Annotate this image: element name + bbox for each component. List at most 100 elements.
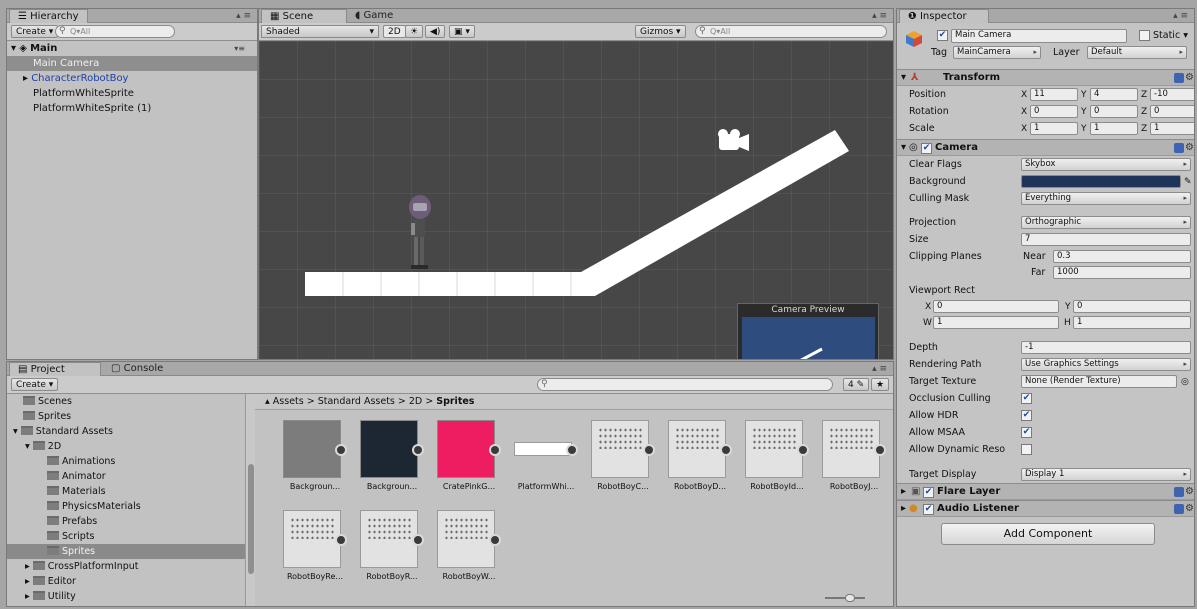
- rotation-x-field[interactable]: 0: [1030, 105, 1078, 118]
- expand-sprite-icon[interactable]: [643, 444, 655, 456]
- collapse-arrow-icon[interactable]: ▸: [25, 591, 33, 602]
- viewport-w-field[interactable]: 1: [933, 316, 1059, 329]
- folder-item[interactable]: ▾ 2D: [7, 439, 245, 454]
- rotation-z-field[interactable]: 0: [1150, 105, 1194, 118]
- zoom-slider-thumb[interactable]: [845, 594, 855, 602]
- flare-layer-header[interactable]: ▸ ▣ ✔ Flare Layer ⚙: [897, 483, 1194, 500]
- favorite-star-icon[interactable]: ★: [871, 378, 890, 391]
- folder-item[interactable]: Scenes: [7, 394, 245, 409]
- help-icon[interactable]: [1174, 143, 1184, 153]
- object-picker-icon[interactable]: ◎: [1181, 374, 1189, 390]
- scale-x-field[interactable]: 1: [1030, 122, 1078, 135]
- asset-item[interactable]: RobotBoyRe...: [283, 510, 353, 588]
- expand-sprite-icon[interactable]: [489, 534, 501, 546]
- panel-menu-icon[interactable]: ▴ ≡: [872, 362, 887, 376]
- folder-item[interactable]: Materials: [7, 484, 245, 499]
- expand-sprite-icon[interactable]: [335, 534, 347, 546]
- expand-sprite-icon[interactable]: [412, 444, 424, 456]
- expand-arrow-icon[interactable]: ▾: [11, 43, 16, 54]
- asset-item[interactable]: RobotBoyW...: [437, 510, 507, 588]
- scrollbar-thumb[interactable]: [248, 464, 254, 574]
- expand-sprite-icon[interactable]: [566, 444, 578, 456]
- asset-item[interactable]: RobotBoyD...: [668, 420, 738, 498]
- collapse-arrow-icon[interactable]: ▸: [25, 576, 33, 587]
- effects-dropdown-icon[interactable]: ▣ ▾: [449, 25, 475, 38]
- robot-boy-character[interactable]: [409, 195, 431, 269]
- 2d-toggle-button[interactable]: 2D: [383, 25, 406, 38]
- audio-listener-checkbox[interactable]: ✔: [923, 504, 934, 515]
- folder-item[interactable]: ▾ Standard Assets: [7, 424, 245, 439]
- lighting-toggle-icon[interactable]: ☀: [405, 25, 424, 38]
- tab-inspector[interactable]: ❶ Inspector: [899, 9, 989, 23]
- scale-y-field[interactable]: 1: [1090, 122, 1138, 135]
- camera-header[interactable]: ▾ ◎ ✔ Camera ⚙: [897, 139, 1194, 156]
- gear-icon[interactable]: ⚙: [1185, 72, 1194, 83]
- tab-project[interactable]: ▤ Project: [9, 362, 101, 376]
- expand-sprite-icon[interactable]: [874, 444, 886, 456]
- viewport-x-field[interactable]: 0: [933, 300, 1059, 313]
- platform-flat[interactable]: [305, 272, 595, 296]
- breadcrumb-2d[interactable]: 2D: [409, 396, 422, 407]
- scene-search-input[interactable]: ⚲ Q▾All: [695, 25, 887, 38]
- hierarchy-item-character-robot-boy[interactable]: ▸ CharacterRobotBoy: [7, 71, 257, 86]
- transform-header[interactable]: ▾ ⅄ Transform ⚙: [897, 69, 1194, 86]
- folder-item[interactable]: PhysicsMaterials: [7, 499, 245, 514]
- target-display-dropdown[interactable]: Display 1: [1021, 468, 1191, 481]
- viewport-h-field[interactable]: 1: [1073, 316, 1191, 329]
- asset-item[interactable]: RobotBoyR...: [360, 510, 430, 588]
- allow-hdr-checkbox[interactable]: ✔: [1021, 410, 1032, 421]
- gear-icon[interactable]: ⚙: [1185, 142, 1194, 153]
- folder-item[interactable]: ▸ Editor: [7, 574, 245, 589]
- tab-console[interactable]: ▢ Console: [103, 362, 171, 376]
- scene-root[interactable]: ▾ ◈ Main ▾≡: [7, 41, 257, 56]
- active-checkbox[interactable]: ✔: [937, 30, 948, 41]
- far-clip-field[interactable]: 1000: [1053, 266, 1191, 279]
- expand-arrow-icon[interactable]: ▸: [23, 73, 31, 84]
- expand-sprite-icon[interactable]: [797, 444, 809, 456]
- tab-hierarchy[interactable]: ☰ Hierarchy: [9, 9, 88, 23]
- layer-dropdown[interactable]: Default: [1087, 46, 1187, 59]
- folder-item[interactable]: Scripts: [7, 529, 245, 544]
- tab-scene[interactable]: ▦ Scene: [261, 9, 347, 23]
- zoom-slider[interactable]: [825, 594, 865, 602]
- expand-sprite-icon[interactable]: [489, 444, 501, 456]
- near-clip-field[interactable]: 0.3: [1053, 250, 1191, 263]
- expand-arrow-icon[interactable]: ▾: [25, 441, 33, 452]
- gear-icon[interactable]: ⚙: [1185, 486, 1194, 497]
- project-search-input[interactable]: ⚲: [537, 378, 833, 391]
- scene-viewport[interactable]: Camera Preview: [259, 41, 893, 359]
- camera-gizmo-icon[interactable]: [718, 129, 749, 151]
- gear-icon[interactable]: ⚙: [1185, 503, 1194, 514]
- add-component-button[interactable]: Add Component: [941, 523, 1155, 545]
- platform-ramp[interactable]: [581, 130, 849, 296]
- expand-arrow-icon[interactable]: ▸: [901, 484, 906, 500]
- expand-sprite-icon[interactable]: [335, 444, 347, 456]
- folder-item[interactable]: ▸ Utility: [7, 589, 245, 604]
- asset-item[interactable]: RobotBoyC...: [591, 420, 661, 498]
- hierarchy-item-platform-2[interactable]: PlatformWhiteSprite (1): [7, 101, 257, 116]
- expand-arrow-icon[interactable]: ▾: [901, 140, 906, 156]
- create-button[interactable]: Create ▾: [11, 25, 59, 38]
- asset-item[interactable]: RobotBoyId...: [745, 420, 815, 498]
- panel-menu-icon[interactable]: ▴ ≡: [872, 9, 887, 23]
- target-texture-field[interactable]: None (Render Texture): [1021, 375, 1177, 388]
- hierarchy-item-main-camera[interactable]: Main Camera: [7, 56, 257, 71]
- collapse-arrow-icon[interactable]: ▸: [25, 561, 33, 572]
- audio-toggle-icon[interactable]: ◀): [425, 25, 446, 38]
- flare-layer-checkbox[interactable]: ✔: [923, 487, 934, 498]
- folder-item[interactable]: Prefabs: [7, 514, 245, 529]
- allow-msaa-checkbox[interactable]: ✔: [1021, 427, 1032, 438]
- asset-item[interactable]: Backgroun...: [283, 420, 353, 498]
- breadcrumb-assets[interactable]: Assets: [273, 396, 304, 407]
- scale-z-field[interactable]: 1: [1150, 122, 1194, 135]
- viewport-y-field[interactable]: 0: [1073, 300, 1191, 313]
- position-x-field[interactable]: 11: [1030, 88, 1078, 101]
- asset-item[interactable]: PlatformWhi...: [514, 420, 584, 498]
- asset-item[interactable]: CratePinkG...: [437, 420, 507, 498]
- expand-arrow-icon[interactable]: ▸: [901, 501, 906, 517]
- position-z-field[interactable]: -10: [1150, 88, 1194, 101]
- panel-menu-icon[interactable]: ▴ ≡: [236, 9, 251, 23]
- filter-count-button[interactable]: 4 ✎: [843, 378, 870, 391]
- expand-sprite-icon[interactable]: [412, 534, 424, 546]
- asset-item[interactable]: Backgroun...: [360, 420, 430, 498]
